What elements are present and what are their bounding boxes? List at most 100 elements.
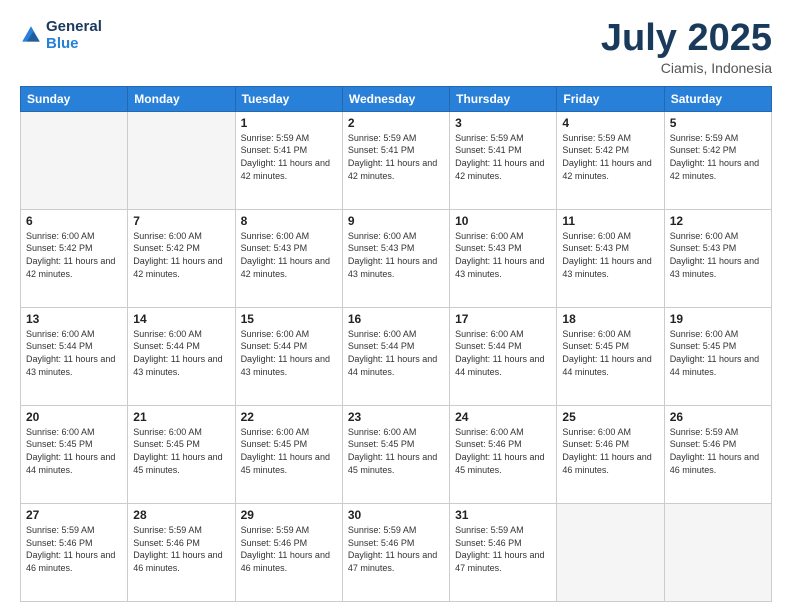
calendar-cell: 29Sunrise: 5:59 AMSunset: 5:46 PMDayligh… — [235, 503, 342, 601]
day-info: Sunrise: 6:00 AMSunset: 5:44 PMDaylight:… — [133, 328, 229, 378]
calendar-cell: 17 Sunrise: 6:00 AMSunset: 5:44 PMDayligh… — [450, 307, 557, 405]
calendar-cell: 27Sunrise: 5:59 AMSunset: 5:46 PMDayligh… — [21, 503, 128, 601]
day-number: 18 — [562, 312, 658, 326]
calendar-table: SundayMondayTuesdayWednesdayThursdayFrid… — [20, 86, 772, 602]
day-number: 22 — [241, 410, 337, 424]
calendar-cell: 20Sunrise: 6:00 AMSunset: 5:45 PMDayligh… — [21, 405, 128, 503]
calendar-cell: 10Sunrise: 6:00 AMSunset: 5:43 PMDayligh… — [450, 209, 557, 307]
day-number: 4 — [562, 116, 658, 130]
day-info: Sunrise: 6:00 AMSunset: 5:45 PMDaylight:… — [562, 328, 658, 378]
calendar-cell: 25 Sunrise: 6:00 AMSunset: 5:46 PMDayligh… — [557, 405, 664, 503]
calendar-cell: 8 Sunrise: 6:00 AMSunset: 5:43 PMDaylight… — [235, 209, 342, 307]
calendar-location: Ciamis, Indonesia — [601, 60, 772, 76]
week-row-3: 13 Sunrise: 6:00 AMSunset: 5:44 PMDayligh… — [21, 307, 772, 405]
calendar-cell: 26Sunrise: 5:59 AMSunset: 5:46 PMDayligh… — [664, 405, 771, 503]
day-number: 13 — [26, 312, 122, 326]
calendar-cell — [21, 111, 128, 209]
weekday-header-row: SundayMondayTuesdayWednesdayThursdayFrid… — [21, 86, 772, 111]
day-number: 16 — [348, 312, 444, 326]
calendar-cell: 5 Sunrise: 5:59 AMSunset: 5:42 PMDaylight… — [664, 111, 771, 209]
calendar-cell: 11 Sunrise: 6:00 AMSunset: 5:43 PMDayligh… — [557, 209, 664, 307]
day-number: 8 — [241, 214, 337, 228]
calendar-cell: 19 Sunrise: 6:00 AMSunset: 5:45 PMDayligh… — [664, 307, 771, 405]
weekday-thursday: Thursday — [450, 86, 557, 111]
calendar-cell: 31 Sunrise: 5:59 AMSunset: 5:46 PMDayligh… — [450, 503, 557, 601]
weekday-sunday: Sunday — [21, 86, 128, 111]
calendar-cell: 16 Sunrise: 6:00 AMSunset: 5:44 PMDayligh… — [342, 307, 449, 405]
day-info: Sunrise: 6:00 AMSunset: 5:42 PMDaylight:… — [133, 230, 229, 280]
week-row-5: 27 Sunrise: 5:59 AMSunset: 5:46 PMDayligh… — [21, 503, 772, 601]
day-info: Sunrise: 6:00 AMSunset: 5:44 PMDaylight:… — [241, 328, 337, 378]
weekday-tuesday: Tuesday — [235, 86, 342, 111]
day-number: 20 — [26, 410, 122, 424]
day-info: Sunrise: 6:00 AMSunset: 5:46 PMDaylight:… — [455, 426, 551, 476]
day-info: Sunrise: 6:00 AMSunset: 5:44 PMDaylight:… — [455, 328, 551, 378]
day-number: 3 — [455, 116, 551, 130]
week-row-1: 1 Sunrise: 5:59 AMSunset: 5:41 PMDaylight… — [21, 111, 772, 209]
day-number: 2 — [348, 116, 444, 130]
day-info: Sunrise: 5:59 AMSunset: 5:42 PMDaylight:… — [670, 132, 766, 182]
day-info: Sunrise: 5:59 AMSunset: 5:42 PMDaylight:… — [562, 132, 658, 182]
day-info: Sunrise: 6:00 AMSunset: 5:45 PMDaylight:… — [348, 426, 444, 476]
day-number: 1 — [241, 116, 337, 130]
day-info: Sunrise: 5:59 AMSunset: 5:46 PMDaylight:… — [670, 426, 766, 476]
week-row-2: 6Sunrise: 6:00 AMSunset: 5:42 PMDaylight… — [21, 209, 772, 307]
calendar-cell — [664, 503, 771, 601]
day-number: 11 — [562, 214, 658, 228]
day-number: 23 — [348, 410, 444, 424]
calendar-cell: 1 Sunrise: 5:59 AMSunset: 5:41 PMDaylight… — [235, 111, 342, 209]
calendar-cell: 24Sunrise: 6:00 AMSunset: 5:46 PMDayligh… — [450, 405, 557, 503]
logo-text: General Blue — [46, 18, 102, 53]
day-number: 30 — [348, 508, 444, 522]
title-block: July 2025 Ciamis, Indonesia — [601, 18, 772, 76]
calendar-cell: 23 Sunrise: 6:00 AMSunset: 5:45 PMDayligh… — [342, 405, 449, 503]
calendar-cell: 15 Sunrise: 6:00 AMSunset: 5:44 PMDayligh… — [235, 307, 342, 405]
day-info: Sunrise: 6:00 AMSunset: 5:42 PMDaylight:… — [26, 230, 122, 280]
calendar-cell: 6Sunrise: 6:00 AMSunset: 5:42 PMDaylight… — [21, 209, 128, 307]
calendar-cell: 28 Sunrise: 5:59 AMSunset: 5:46 PMDayligh… — [128, 503, 235, 601]
day-number: 17 — [455, 312, 551, 326]
calendar-cell: 22 Sunrise: 6:00 AMSunset: 5:45 PMDayligh… — [235, 405, 342, 503]
day-number: 28 — [133, 508, 229, 522]
day-number: 15 — [241, 312, 337, 326]
calendar-cell: 3Sunrise: 5:59 AMSunset: 5:41 PMDaylight… — [450, 111, 557, 209]
day-info: Sunrise: 6:00 AMSunset: 5:45 PMDaylight:… — [133, 426, 229, 476]
calendar-cell — [128, 111, 235, 209]
weekday-saturday: Saturday — [664, 86, 771, 111]
calendar-cell: 4 Sunrise: 5:59 AMSunset: 5:42 PMDaylight… — [557, 111, 664, 209]
day-number: 7 — [133, 214, 229, 228]
week-row-4: 20 Sunrise: 6:00 AMSunset: 5:45 PMDayligh… — [21, 405, 772, 503]
day-number: 31 — [455, 508, 551, 522]
day-info: Sunrise: 6:00 AMSunset: 5:45 PMDaylight:… — [670, 328, 766, 378]
day-info: Sunrise: 5:59 AMSunset: 5:46 PMDaylight:… — [348, 524, 444, 574]
calendar-cell: 9 Sunrise: 6:00 AMSunset: 5:43 PMDaylight… — [342, 209, 449, 307]
day-info: Sunrise: 5:59 AMSunset: 5:41 PMDaylight:… — [241, 132, 337, 182]
weekday-friday: Friday — [557, 86, 664, 111]
day-info: Sunrise: 5:59 AMSunset: 5:46 PMDaylight:… — [133, 524, 229, 574]
calendar-cell: 13 Sunrise: 6:00 AMSunset: 5:44 PMDayligh… — [21, 307, 128, 405]
day-info: Sunrise: 6:00 AMSunset: 5:44 PMDaylight:… — [26, 328, 122, 378]
calendar-cell: 21 Sunrise: 6:00 AMSunset: 5:45 PMDayligh… — [128, 405, 235, 503]
day-number: 29 — [241, 508, 337, 522]
day-info: Sunrise: 6:00 AMSunset: 5:43 PMDaylight:… — [348, 230, 444, 280]
calendar-cell — [557, 503, 664, 601]
day-info: Sunrise: 6:00 AMSunset: 5:43 PMDaylight:… — [562, 230, 658, 280]
calendar-cell: 18 Sunrise: 6:00 AMSunset: 5:45 PMDayligh… — [557, 307, 664, 405]
day-info: Sunrise: 6:00 AMSunset: 5:45 PMDaylight:… — [241, 426, 337, 476]
day-info: Sunrise: 6:00 AMSunset: 5:43 PMDaylight:… — [670, 230, 766, 280]
calendar-title: July 2025 — [601, 18, 772, 60]
calendar-cell: 2Sunrise: 5:59 AMSunset: 5:41 PMDaylight… — [342, 111, 449, 209]
day-number: 21 — [133, 410, 229, 424]
day-info: Sunrise: 6:00 AMSunset: 5:46 PMDaylight:… — [562, 426, 658, 476]
day-number: 19 — [670, 312, 766, 326]
day-info: Sunrise: 5:59 AMSunset: 5:46 PMDaylight:… — [455, 524, 551, 574]
day-info: Sunrise: 6:00 AMSunset: 5:43 PMDaylight:… — [241, 230, 337, 280]
day-number: 27 — [26, 508, 122, 522]
day-number: 25 — [562, 410, 658, 424]
day-number: 9 — [348, 214, 444, 228]
day-number: 14 — [133, 312, 229, 326]
day-number: 5 — [670, 116, 766, 130]
header: General Blue July 2025 Ciamis, Indonesia — [20, 18, 772, 76]
day-info: Sunrise: 6:00 AMSunset: 5:43 PMDaylight:… — [455, 230, 551, 280]
day-info: Sunrise: 6:00 AMSunset: 5:44 PMDaylight:… — [348, 328, 444, 378]
